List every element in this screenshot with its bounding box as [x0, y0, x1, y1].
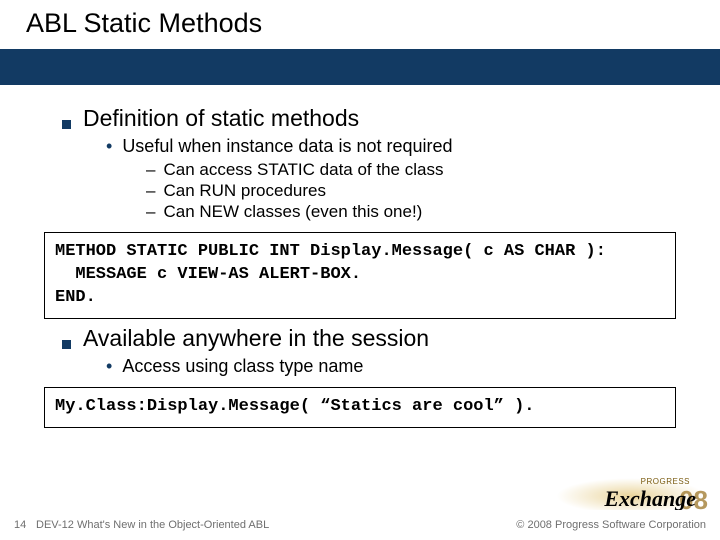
bullet-lvl3: – Can access STATIC data of the class	[146, 160, 694, 180]
copyright: © 2008 Progress Software Corporation	[516, 519, 706, 531]
code-block-1: METHOD STATIC PUBLIC INT Display.Message…	[44, 232, 676, 319]
logo-word: Exchange	[604, 486, 696, 512]
footer: 14 DEV-12 What's New in the Object-Orien…	[0, 510, 720, 540]
page-number: 14	[14, 519, 36, 531]
section1-point-0: Can access STATIC data of the class	[163, 160, 443, 180]
bullet-lvl3: – Can NEW classes (even this one!)	[146, 202, 694, 222]
bullet-lvl1: Definition of static methods	[62, 105, 694, 132]
slide-body: Definition of static methods • Useful wh…	[0, 85, 720, 428]
section1-sub: Useful when instance data is not require…	[122, 136, 452, 157]
dash-bullet-icon: –	[146, 181, 155, 201]
section1-heading: Definition of static methods	[83, 105, 359, 132]
section2-sub: Access using class type name	[122, 356, 363, 377]
bullet-lvl3: – Can RUN procedures	[146, 181, 694, 201]
bullet-lvl2: • Access using class type name	[106, 356, 694, 377]
title-bar: ABL Static Methods	[0, 0, 720, 85]
code-block-2: My.Class:Display.Message( “Statics are c…	[44, 387, 676, 428]
dot-bullet-icon: •	[106, 137, 112, 155]
conference-logo: PROGRESS 08 Exchange	[556, 478, 706, 514]
bullet-lvl1: Available anywhere in the session	[62, 325, 694, 352]
slide-title: ABL Static Methods	[0, 0, 720, 49]
section2-heading: Available anywhere in the session	[83, 325, 429, 352]
section1-point-2: Can NEW classes (even this one!)	[163, 202, 422, 222]
dash-bullet-icon: –	[146, 160, 155, 180]
dot-bullet-icon: •	[106, 357, 112, 375]
square-bullet-icon	[62, 340, 71, 349]
deck-title: DEV-12 What's New in the Object-Oriented…	[36, 519, 516, 531]
bullet-lvl2: • Useful when instance data is not requi…	[106, 136, 694, 157]
square-bullet-icon	[62, 120, 71, 129]
dash-bullet-icon: –	[146, 202, 155, 222]
section1-point-1: Can RUN procedures	[163, 181, 326, 201]
title-accent-strip	[0, 49, 720, 85]
